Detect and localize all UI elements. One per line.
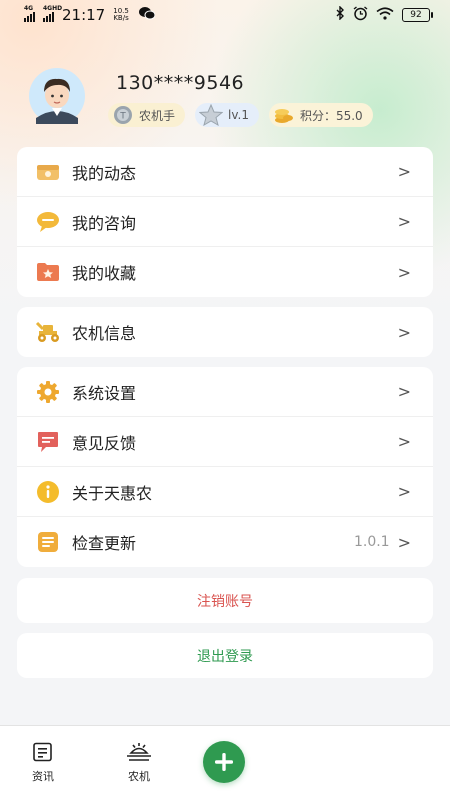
network-speed: 10.5 KB/s xyxy=(113,8,129,22)
chevron-right-icon: > xyxy=(397,482,411,501)
alarm-icon xyxy=(353,5,368,25)
points-label: 积分：55.0 xyxy=(299,108,363,123)
user-phone-number: 130****9546 xyxy=(116,72,245,94)
level-label: lv.1 xyxy=(228,108,249,122)
menu-item-label: 意见反馈 xyxy=(72,433,137,453)
feedback-icon xyxy=(35,429,61,455)
plus-icon xyxy=(215,753,233,771)
menu-item-about[interactable]: 关于天惠农 > xyxy=(17,467,433,517)
network-type-1: 4G xyxy=(24,5,34,12)
activity-icon xyxy=(35,159,61,185)
points-badge[interactable]: 积分：55.0 xyxy=(268,103,373,127)
clock: 21:17 xyxy=(62,6,106,24)
menu-item-my-favorites[interactable]: 我的收藏 > xyxy=(17,247,433,297)
cancel-account-button[interactable]: 注销账号 xyxy=(17,578,433,623)
chevron-right-icon: > xyxy=(397,322,411,342)
logout-button[interactable]: 退出登录 xyxy=(17,633,433,678)
wechat-notification-icon xyxy=(138,6,156,24)
avatar[interactable] xyxy=(24,68,90,124)
profile-header: 130****9546 T 农机手 lv.1 积分：55.0 xyxy=(24,68,424,128)
menu-item-label: 我的动态 xyxy=(72,163,137,183)
chevron-right-icon: > xyxy=(397,432,411,451)
chat-bubble-icon xyxy=(35,209,61,235)
tab-label: 资讯 xyxy=(32,770,54,783)
status-bar: 4G 4GHD 21:17 10.5 KB/s 92 xyxy=(0,0,450,30)
svg-text:T: T xyxy=(119,112,126,122)
star-icon xyxy=(199,104,224,126)
gear-icon xyxy=(35,379,61,405)
chevron-right-icon: > xyxy=(397,532,411,552)
role-badge: T 农机手 xyxy=(108,103,186,127)
menu-item-feedback[interactable]: 意见反馈 > xyxy=(17,417,433,467)
tab-machinery[interactable]: 农机 xyxy=(126,742,152,784)
info-icon xyxy=(35,479,61,505)
add-button[interactable] xyxy=(203,741,245,783)
tab-news[interactable]: 资讯 xyxy=(32,742,54,784)
wifi-icon xyxy=(376,6,394,24)
menu-item-label: 农机信息 xyxy=(72,324,137,343)
menu-group-machinery: 农机信息 > xyxy=(17,307,433,357)
menu-item-label: 检查更新 xyxy=(72,534,137,553)
menu-group-personal: 我的动态 > 我的咨询 > 我的收藏 > xyxy=(17,147,433,297)
star-folder-icon xyxy=(35,259,61,285)
menu-item-label: 系统设置 xyxy=(72,383,137,403)
menu-item-label: 我的咨询 xyxy=(72,213,137,233)
menu-item-label: 我的收藏 xyxy=(72,264,137,283)
menu-item-my-consultation[interactable]: 我的咨询 > xyxy=(17,197,433,247)
tab-label: 农机 xyxy=(128,770,150,783)
chevron-right-icon: > xyxy=(397,382,411,401)
tractor-icon xyxy=(35,319,61,345)
signal-icon-2: 4GHD xyxy=(43,5,62,22)
bluetooth-icon xyxy=(335,5,345,24)
role-medal-icon: T xyxy=(114,106,132,124)
menu-item-check-update[interactable]: 检查更新 1.0.1 > xyxy=(17,517,433,567)
signal-icon: 4G xyxy=(24,5,35,22)
speed-unit: KB/s xyxy=(113,14,129,22)
network-type-2: 4GHD xyxy=(43,5,63,12)
level-badge: lv.1 xyxy=(195,103,259,127)
role-label: 农机手 xyxy=(139,108,176,123)
menu-item-system-settings[interactable]: 系统设置 > xyxy=(17,367,433,417)
menu-item-my-activity[interactable]: 我的动态 > xyxy=(17,147,433,197)
chevron-right-icon: > xyxy=(397,262,411,282)
chevron-right-icon: > xyxy=(397,162,411,181)
news-icon xyxy=(33,742,52,762)
chevron-right-icon: > xyxy=(397,212,411,231)
battery-indicator: 92 xyxy=(402,8,433,22)
menu-item-label: 关于天惠农 xyxy=(72,483,153,503)
bottom-tab-bar: 资讯 农机 xyxy=(0,725,450,800)
farm-machinery-icon xyxy=(127,743,151,761)
menu-item-machinery-info[interactable]: 农机信息 > xyxy=(17,307,433,357)
app-version: 1.0.1 xyxy=(353,534,390,550)
coins-icon xyxy=(274,109,293,123)
update-icon xyxy=(35,529,61,555)
menu-group-system: 系统设置 > 意见反馈 > 关于天惠农 > 检查更新 1.0.1 > xyxy=(17,367,433,567)
